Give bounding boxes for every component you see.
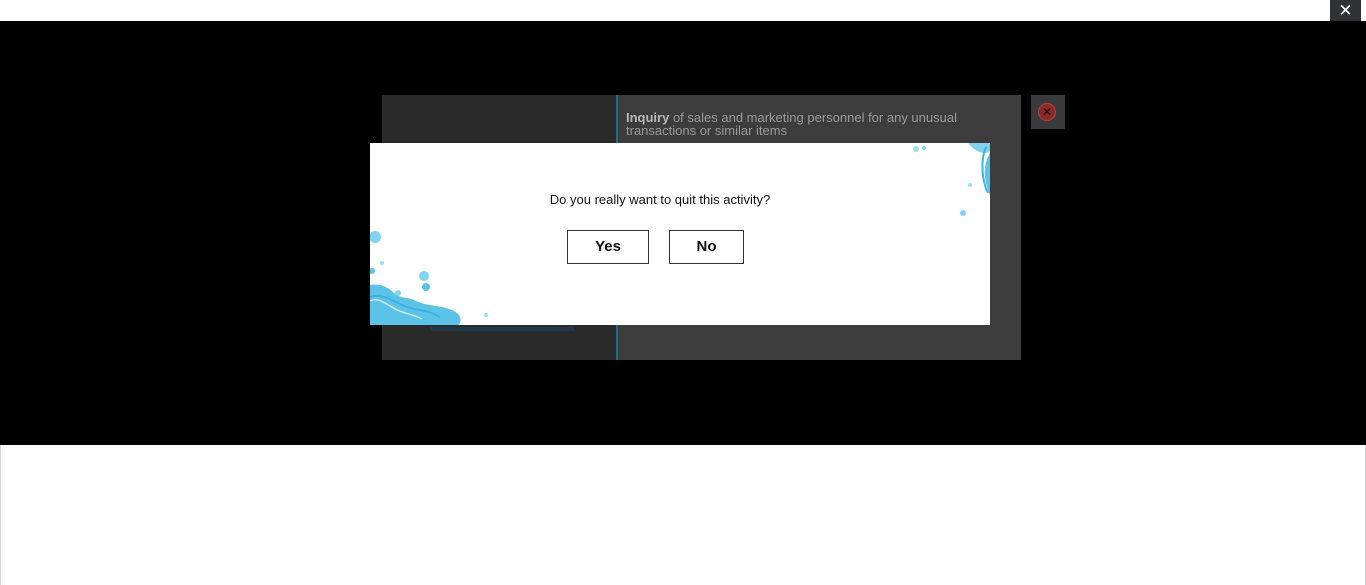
close-circle-icon[interactable]: ✕: [1038, 103, 1056, 121]
activity-close-container: ✕: [1031, 95, 1065, 129]
water-splash-bottom-left: [370, 231, 488, 325]
yes-button[interactable]: Yes: [567, 230, 649, 264]
top-bar: ✕: [0, 0, 1366, 21]
no-button[interactable]: No: [669, 230, 744, 264]
water-splash-top-right: [913, 143, 990, 216]
activity-left-bar: [430, 327, 574, 331]
quit-dialog: Do you really want to quit this activity…: [370, 143, 990, 325]
activity-description: Inquiry of sales and marketing personnel…: [626, 111, 1021, 137]
dialog-message: Do you really want to quit this activity…: [549, 192, 771, 207]
bottom-area: [0, 445, 1366, 585]
close-icon[interactable]: ✕: [1330, 0, 1361, 21]
activity-description-text: of sales and marketing personnel for any…: [626, 110, 957, 138]
